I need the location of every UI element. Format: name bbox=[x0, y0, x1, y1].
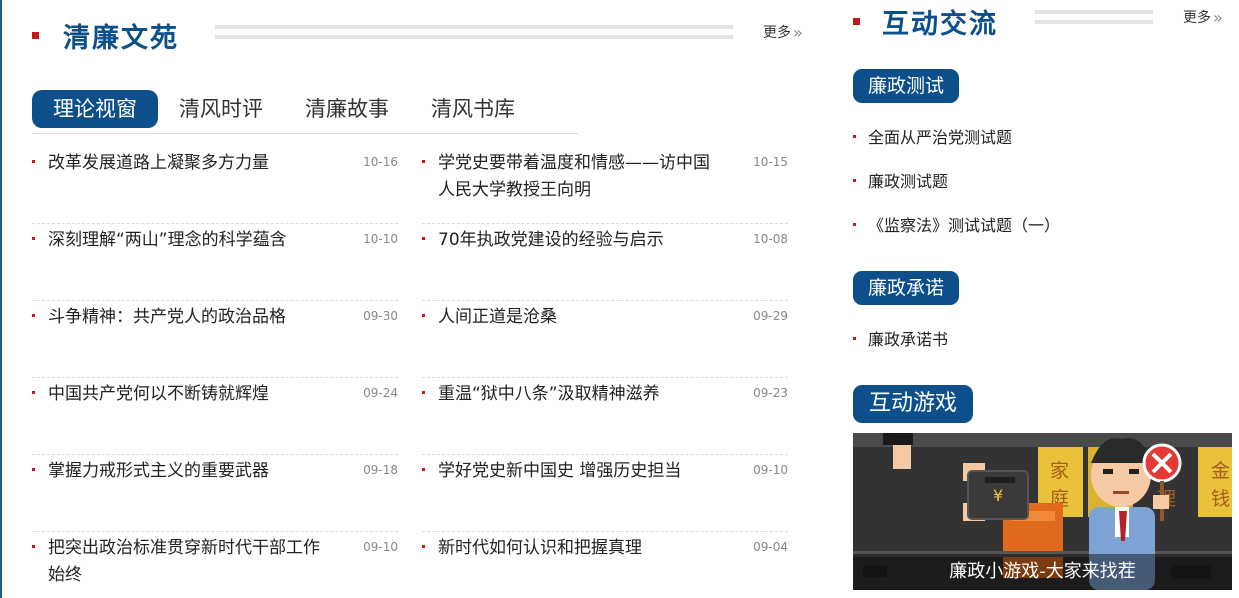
article-title[interactable]: 学好党史新中国史 增强历史担当 bbox=[438, 458, 718, 485]
right-section-divider bbox=[1035, 10, 1153, 24]
article-date: 09-10 bbox=[753, 463, 788, 477]
list-item[interactable]: 中国共产党何以不断铸就辉煌 09-24 bbox=[32, 378, 398, 455]
article-date: 10-10 bbox=[363, 232, 398, 246]
promise-item[interactable]: 廉政承诺书 bbox=[853, 326, 948, 350]
game-caption[interactable]: 廉政小游戏-大家来找茬 bbox=[853, 554, 1232, 590]
test-badge[interactable]: 廉政测试 bbox=[853, 69, 960, 103]
list-bullet-icon bbox=[32, 237, 35, 240]
double-chevron-right-icon: ›› bbox=[793, 22, 803, 42]
article-title[interactable]: 把突出政治标准贯穿新时代干部工作始终 bbox=[48, 535, 328, 589]
tab-library[interactable]: 清风书库 bbox=[410, 90, 536, 128]
list-item[interactable]: 斗争精神：共产党人的政治品格 09-30 bbox=[32, 301, 398, 378]
list-bullet-icon bbox=[422, 237, 425, 240]
list-bullet-icon bbox=[32, 314, 35, 317]
list-item[interactable]: 深刻理解“两山”理念的科学蕴含 10-10 bbox=[32, 224, 398, 301]
article-title[interactable]: 新时代如何认识和把握真理 bbox=[438, 535, 718, 562]
game-badge[interactable]: 互动游戏 bbox=[853, 385, 974, 423]
game-sign-qian: 钱 bbox=[1211, 488, 1230, 510]
article-title[interactable]: 人间正道是沧桑 bbox=[438, 304, 718, 331]
article-date: 09-23 bbox=[753, 386, 788, 400]
right-section-header: 互动交流 bbox=[853, 4, 998, 40]
list-item[interactable]: 人间正道是沧桑 09-29 bbox=[422, 301, 788, 378]
article-date: 10-16 bbox=[363, 155, 398, 169]
list-item[interactable]: 把突出政治标准贯穿新时代干部工作始终 09-10 bbox=[32, 532, 398, 598]
list-item[interactable]: 70年执政党建设的经验与启示 10-08 bbox=[422, 224, 788, 301]
promise-badge[interactable]: 廉政承诺 bbox=[853, 271, 960, 305]
list-bullet-icon bbox=[853, 134, 856, 138]
article-date: 10-08 bbox=[753, 232, 788, 246]
section-bullet-icon bbox=[32, 31, 39, 39]
article-title[interactable]: 重温“狱中八条”汲取精神滋养 bbox=[438, 381, 718, 408]
section-bullet-icon bbox=[853, 17, 860, 25]
double-chevron-right-icon: ›› bbox=[1213, 7, 1223, 27]
list-item[interactable]: 新时代如何认识和把握真理 09-04 bbox=[422, 532, 788, 598]
test-item[interactable]: 廉政测试题 bbox=[853, 168, 948, 192]
more-label: 更多 bbox=[763, 25, 791, 41]
list-bullet-icon bbox=[422, 391, 425, 394]
list-bullet-icon bbox=[32, 545, 35, 548]
left-more-link[interactable]: 更多 ›› bbox=[763, 22, 803, 42]
promise-item-label[interactable]: 廉政承诺书 bbox=[868, 326, 948, 350]
article-title[interactable]: 斗争精神：共产党人的政治品格 bbox=[48, 304, 328, 331]
list-bullet-icon bbox=[32, 391, 35, 394]
article-title[interactable]: 中国共产党何以不断铸就辉煌 bbox=[48, 381, 328, 408]
list-bullet-icon bbox=[422, 545, 425, 548]
list-bullet-icon bbox=[853, 222, 856, 226]
list-bullet-icon bbox=[853, 336, 856, 340]
test-item[interactable]: 全面从严治党测试题 bbox=[853, 124, 1012, 148]
list-bullet-icon bbox=[422, 314, 425, 317]
tab-stories[interactable]: 清廉故事 bbox=[284, 90, 410, 128]
article-date: 09-30 bbox=[363, 309, 398, 323]
list-item[interactable]: 学党史要带着温度和情感——访中国人民大学教授王向明 10-15 bbox=[422, 147, 788, 224]
article-title[interactable]: 深刻理解“两山”理念的科学蕴含 bbox=[48, 227, 328, 254]
article-title[interactable]: 掌握力戒形式主义的重要武器 bbox=[48, 458, 328, 485]
list-bullet-icon bbox=[32, 160, 35, 163]
page-left-border bbox=[0, 0, 2, 598]
list-bullet-icon bbox=[853, 178, 856, 182]
article-date: 09-18 bbox=[363, 463, 398, 477]
right-more-link[interactable]: 更多 ›› bbox=[1183, 7, 1223, 27]
left-section-header: 清廉文苑 bbox=[32, 18, 179, 54]
tab-commentary[interactable]: 清风时评 bbox=[158, 90, 284, 128]
list-bullet-icon bbox=[32, 468, 35, 471]
test-item-label[interactable]: 全面从严治党测试题 bbox=[868, 124, 1012, 148]
left-section-divider bbox=[215, 25, 733, 39]
test-item-label[interactable]: 《监察法》测试试题（一） bbox=[868, 212, 1060, 236]
game-banner[interactable]: 家 庭 理 金 钱 ¥ 廉政小游戏-大家来找茬 bbox=[853, 433, 1232, 590]
article-title[interactable]: 学党史要带着温度和情感——访中国人民大学教授王向明 bbox=[438, 150, 718, 204]
article-date: 09-10 bbox=[363, 540, 398, 554]
list-bullet-icon bbox=[422, 468, 425, 471]
list-item[interactable]: 掌握力戒形式主义的重要武器 09-18 bbox=[32, 455, 398, 532]
test-item[interactable]: 《监察法》测试试题（一） bbox=[853, 212, 1060, 236]
article-title[interactable]: 改革发展道路上凝聚多方力量 bbox=[48, 150, 328, 177]
article-date: 09-29 bbox=[753, 309, 788, 323]
tab-theory-window[interactable]: 理论视窗 bbox=[32, 89, 158, 128]
left-section-title: 清廉文苑 bbox=[63, 22, 179, 54]
article-title[interactable]: 70年执政党建设的经验与启示 bbox=[438, 227, 718, 254]
article-date: 10-15 bbox=[753, 155, 788, 169]
list-bullet-icon bbox=[422, 160, 425, 163]
right-section-title: 互动交流 bbox=[882, 8, 998, 40]
game-sign-jin: 金 bbox=[1211, 460, 1230, 482]
money-symbol: ¥ bbox=[993, 486, 1003, 505]
tab-bar: 理论视窗 清风时评 清廉故事 清风书库 bbox=[32, 84, 578, 134]
test-item-label[interactable]: 廉政测试题 bbox=[868, 168, 948, 192]
list-item[interactable]: 学好党史新中国史 增强历史担当 09-10 bbox=[422, 455, 788, 532]
article-date: 09-04 bbox=[753, 540, 788, 554]
game-sign-jia: 家 bbox=[1050, 460, 1069, 482]
list-item[interactable]: 重温“狱中八条”汲取精神滋养 09-23 bbox=[422, 378, 788, 455]
list-item[interactable]: 改革发展道路上凝聚多方力量 10-16 bbox=[32, 147, 398, 224]
article-date: 09-24 bbox=[363, 386, 398, 400]
more-label: 更多 bbox=[1183, 10, 1211, 26]
